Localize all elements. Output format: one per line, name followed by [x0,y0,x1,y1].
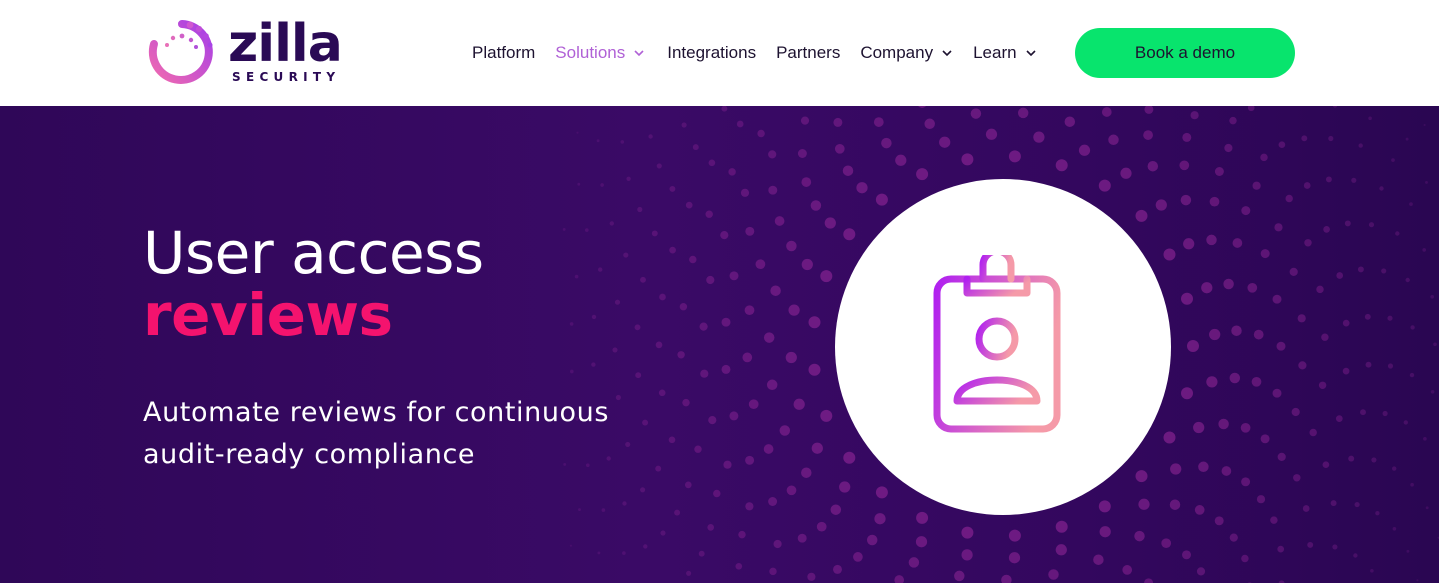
hero-section: User access reviews Automate reviews for… [0,106,1439,583]
hero-subtitle: Automate reviews for continuous audit-re… [143,392,703,476]
nav-item-learn[interactable]: Learn [973,43,1036,63]
nav-item-partners[interactable]: Partners [776,43,840,63]
nav-item-label: Solutions [555,43,626,62]
nav-item-label: Partners [776,43,841,62]
nav-item-label: Integrations [667,43,757,62]
book-demo-button[interactable]: Book a demo [1075,28,1295,78]
feature-illustration [835,179,1171,515]
clipboard-user-icon [933,255,1061,433]
hero-title: User access reviews [143,222,484,346]
nav-item-solutions[interactable]: Solutions [555,43,645,63]
zilla-security-logo[interactable]: zilla SECURITY [146,16,361,88]
chevron-down-icon [942,50,952,57]
main-nav: Platform Solutions Integrations Partners… [472,40,1037,66]
hero-title-accent: reviews [143,281,393,349]
chevron-down-icon [634,50,644,57]
nav-item-label: Company [860,43,934,62]
nav-item-integrations[interactable]: Integrations [667,43,756,63]
nav-item-label: Learn [973,43,1017,62]
hero-subtitle-line1: Automate reviews for continuous [143,397,610,428]
logo-ring-icon [148,20,213,84]
brand-name: zilla [228,14,343,74]
chevron-down-icon [1026,50,1036,57]
site-header: zilla SECURITY Platform Solutions Integr… [0,0,1439,106]
brand-tagline: SECURITY [232,70,341,84]
hero-subtitle-line2: audit-ready compliance [143,439,476,470]
nav-item-company[interactable]: Company [860,43,953,63]
nav-item-platform[interactable]: Platform [472,43,535,63]
hero-title-line1: User access [143,219,484,287]
nav-item-label: Platform [472,43,536,62]
